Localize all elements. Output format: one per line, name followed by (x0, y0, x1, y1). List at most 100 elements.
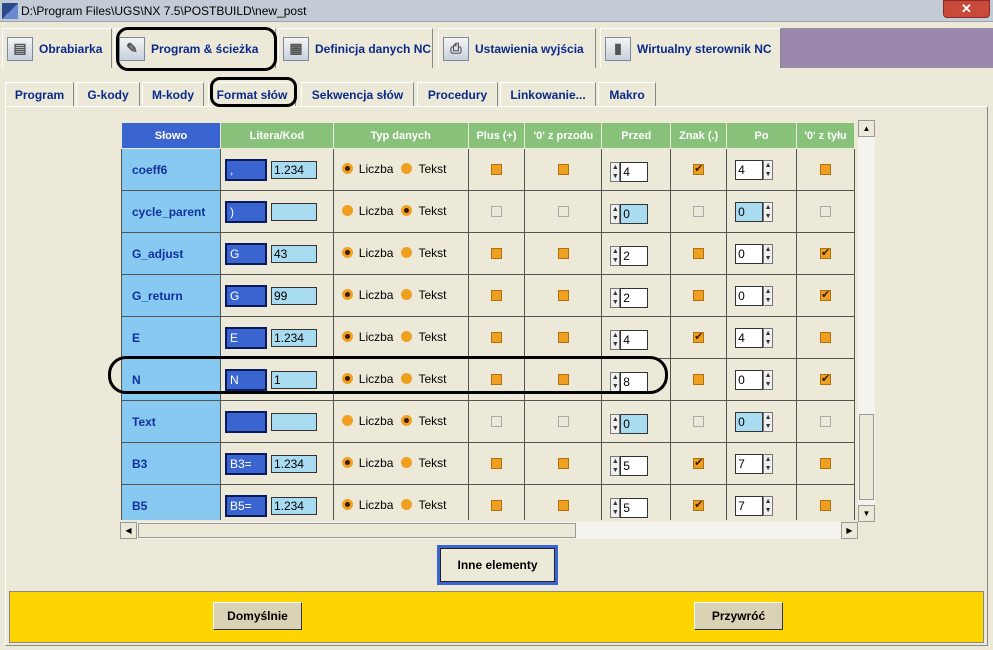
spinner-arrows-icon[interactable]: ▲ ▼ (610, 203, 621, 224)
after-value[interactable]: 7 (735, 495, 764, 516)
radio-liczba[interactable]: Liczba (341, 204, 393, 218)
col-header-litera-kod[interactable]: Litera/Kod (219, 122, 334, 149)
trailing-zero-checkbox[interactable] (820, 372, 832, 385)
radio-liczba[interactable]: Liczba (341, 498, 393, 512)
radio-liczba[interactable]: Liczba (341, 162, 393, 176)
before-value[interactable]: 0 (620, 203, 649, 224)
radio-tekst[interactable]: Tekst (401, 162, 446, 176)
close-button[interactable]: ✕ (943, 0, 990, 18)
col-header-typ-danych[interactable]: Typ danych (332, 122, 469, 149)
default-button[interactable]: Domyślnie (213, 602, 302, 630)
before-spinner[interactable]: ▲ ▼ 5 (610, 455, 649, 476)
leading-zero-checkbox[interactable] (557, 458, 569, 469)
after-value[interactable]: 0 (735, 201, 764, 222)
code-field[interactable] (270, 412, 317, 431)
spinner-arrows-icon[interactable]: ▲ ▼ (763, 453, 774, 474)
trailing-zero-checkbox[interactable] (820, 206, 832, 217)
after-spinner[interactable]: 4 ▲ ▼ (735, 159, 774, 180)
before-spinner[interactable]: ▲ ▼ 4 (610, 329, 649, 350)
before-value[interactable]: 2 (620, 245, 649, 266)
col-header-slowo[interactable]: Słowo (121, 122, 221, 149)
decimal-sign-checkbox[interactable] (693, 330, 705, 343)
letter-field[interactable]: E (224, 326, 267, 349)
before-spinner[interactable]: ▲ ▼ 0 (610, 203, 649, 224)
spinner-arrows-icon[interactable]: ▲ ▼ (610, 161, 621, 182)
spinner-arrows-icon[interactable]: ▲ ▼ (763, 285, 774, 306)
decimal-sign-checkbox[interactable] (693, 248, 705, 259)
spinner-arrows-icon[interactable]: ▲ ▼ (763, 369, 774, 390)
before-value[interactable]: 5 (620, 455, 649, 476)
trailing-zero-checkbox[interactable] (820, 416, 832, 427)
code-field[interactable]: 1.234 (270, 496, 317, 515)
decimal-sign-checkbox[interactable] (693, 162, 705, 175)
plus-checkbox[interactable] (490, 206, 502, 217)
before-value[interactable]: 0 (620, 413, 649, 434)
trailing-zero-checkbox[interactable] (820, 458, 832, 469)
col-header-przed[interactable]: Przed (601, 122, 672, 149)
after-value[interactable]: 0 (735, 369, 764, 390)
radio-liczba[interactable]: Liczba (341, 288, 393, 302)
subtab-linkowanie[interactable]: Linkowanie... (500, 82, 596, 106)
plus-checkbox[interactable] (490, 332, 502, 343)
plus-checkbox[interactable] (490, 416, 502, 427)
code-field[interactable]: 43 (270, 244, 317, 263)
spinner-arrows-icon[interactable]: ▲ ▼ (610, 455, 621, 476)
radio-tekst[interactable]: Tekst (401, 372, 446, 386)
letter-field[interactable]: ) (224, 200, 267, 223)
after-spinner[interactable]: 7 ▲ ▼ (735, 453, 774, 474)
tab-definicja-danych-nc[interactable]: ▦ Definicja danych NC (278, 28, 433, 68)
scrollbar-thumb[interactable] (138, 523, 576, 538)
spinner-arrows-icon[interactable]: ▲ ▼ (763, 201, 774, 222)
before-value[interactable]: 4 (620, 329, 649, 350)
scroll-right-icon[interactable]: ▶ (841, 522, 858, 539)
code-field[interactable]: 1.234 (270, 328, 317, 347)
decimal-sign-checkbox[interactable] (693, 374, 705, 385)
before-spinner[interactable]: ▲ ▼ 2 (610, 245, 649, 266)
spinner-arrows-icon[interactable]: ▲ ▼ (610, 371, 621, 392)
after-value[interactable]: 0 (735, 285, 764, 306)
letter-field[interactable]: N (224, 368, 267, 391)
subtab-g-kody[interactable]: G-kody (76, 82, 140, 106)
other-elements-button[interactable]: Inne elementy (437, 545, 558, 585)
code-field[interactable]: 1.234 (270, 160, 317, 179)
radio-liczba[interactable]: Liczba (341, 414, 393, 428)
restore-button[interactable]: Przywróć (694, 602, 783, 630)
spinner-arrows-icon[interactable]: ▲ ▼ (763, 243, 774, 264)
after-value[interactable]: 7 (735, 453, 764, 474)
col-header-zero-przod[interactable]: '0' z przodu (524, 122, 603, 149)
plus-checkbox[interactable] (490, 290, 502, 301)
plus-checkbox[interactable] (490, 374, 502, 385)
after-value[interactable]: 4 (735, 159, 764, 180)
after-spinner[interactable]: 0 ▲ ▼ (735, 285, 774, 306)
after-spinner[interactable]: 4 ▲ ▼ (735, 327, 774, 348)
spinner-arrows-icon[interactable]: ▲ ▼ (763, 411, 774, 432)
subtab-procedury[interactable]: Procedury (417, 82, 498, 106)
decimal-sign-checkbox[interactable] (693, 290, 705, 301)
leading-zero-checkbox[interactable] (557, 374, 569, 385)
radio-liczba[interactable]: Liczba (341, 246, 393, 260)
radio-liczba[interactable]: Liczba (341, 456, 393, 470)
spinner-arrows-icon[interactable]: ▲ ▼ (763, 159, 774, 180)
decimal-sign-checkbox[interactable] (693, 498, 705, 511)
tab-ustawienia-wyjscia[interactable]: ⎙ Ustawienia wyjścia (438, 28, 596, 68)
leading-zero-checkbox[interactable] (557, 248, 569, 259)
code-field[interactable] (270, 202, 317, 221)
trailing-zero-checkbox[interactable] (820, 332, 832, 343)
code-field[interactable]: 1 (270, 370, 317, 389)
leading-zero-checkbox[interactable] (557, 500, 569, 511)
letter-field[interactable]: B3= (224, 452, 267, 475)
letter-field[interactable]: G (224, 284, 267, 307)
horizontal-scrollbar[interactable]: ◀ ▶ (120, 522, 858, 539)
spinner-arrows-icon[interactable]: ▲ ▼ (610, 413, 621, 434)
letter-field[interactable]: G (224, 242, 267, 265)
after-spinner[interactable]: 0 ▲ ▼ (735, 201, 774, 222)
leading-zero-checkbox[interactable] (557, 332, 569, 343)
radio-liczba[interactable]: Liczba (341, 330, 393, 344)
spinner-arrows-icon[interactable]: ▲ ▼ (763, 327, 774, 348)
before-value[interactable]: 8 (620, 371, 649, 392)
trailing-zero-checkbox[interactable] (820, 288, 832, 301)
code-field[interactable]: 99 (270, 286, 317, 305)
radio-tekst[interactable]: Tekst (401, 414, 446, 428)
plus-checkbox[interactable] (490, 248, 502, 259)
spinner-arrows-icon[interactable]: ▲ ▼ (610, 287, 621, 308)
